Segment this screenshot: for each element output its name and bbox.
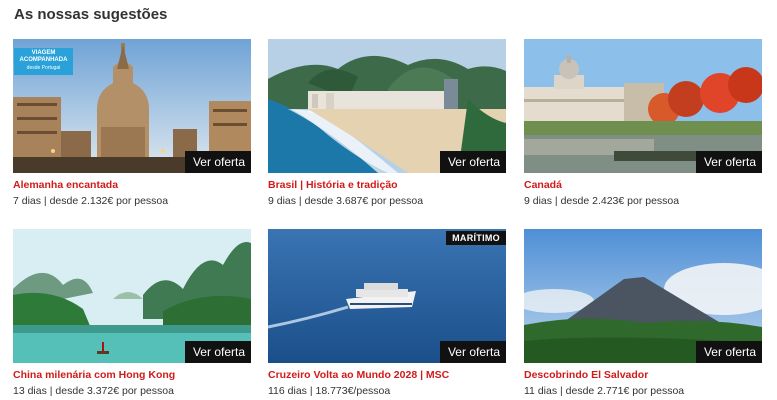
destination-image-rio[interactable]: Ver oferta: [268, 39, 506, 173]
card-info: 13 dias | desde 3.372€ por pessoa: [13, 385, 174, 397]
maritime-tag: MARÍTIMO: [446, 231, 506, 245]
badge-subline: desde Portugal: [26, 65, 61, 71]
destination-image-el-salvador[interactable]: Ver oferta: [524, 229, 762, 363]
card-title[interactable]: Alemanha encantada: [13, 179, 251, 191]
view-offer-button[interactable]: Ver oferta: [439, 341, 506, 363]
view-offer-button[interactable]: Ver oferta: [184, 341, 251, 363]
card-title[interactable]: China milenária com Hong Kong: [13, 369, 251, 381]
card-title[interactable]: Canadá: [524, 179, 762, 191]
destination-image-canada[interactable]: Ver oferta: [524, 39, 762, 173]
badge-line: VIAGEM: [31, 50, 56, 56]
view-offer-button[interactable]: Ver oferta: [439, 151, 506, 173]
destination-image-china[interactable]: Ver oferta: [13, 229, 251, 363]
card-info: 9 dias | desde 3.687€ por pessoa: [268, 195, 424, 207]
suggestion-card-el-salvador[interactable]: Ver oferta Descobrindo El Salvador 11 di…: [524, 229, 762, 397]
suggestion-card-canada[interactable]: Ver oferta Canadá 9 dias | desde 2.423€ …: [524, 39, 762, 207]
card-title[interactable]: Brasil | História e tradição: [268, 179, 506, 191]
card-info: 7 dias | desde 2.132€ por pessoa: [13, 195, 169, 207]
card-info: 116 dias | 18.773€/pessoa: [268, 385, 391, 397]
suggestions-grid: VIAGEM ACOMPANHADA desde Portugal Ver of…: [0, 0, 777, 400]
suggestion-card-cruzeiro[interactable]: MARÍTIMO Ver oferta Cruzeiro Volta ao Mu…: [268, 229, 506, 397]
destination-image-dresden[interactable]: VIAGEM ACOMPANHADA desde Portugal Ver of…: [13, 39, 251, 173]
view-offer-button[interactable]: Ver oferta: [695, 341, 762, 363]
card-title[interactable]: Descobrindo El Salvador: [524, 369, 762, 381]
suggestion-card-alemanha[interactable]: VIAGEM ACOMPANHADA desde Portugal Ver of…: [13, 39, 251, 207]
badge-line: ACOMPANHADA: [19, 57, 68, 63]
card-info: 11 dias | desde 2.771€ por pessoa: [524, 385, 685, 397]
suggestion-card-brasil[interactable]: Ver oferta Brasil | História e tradição …: [268, 39, 506, 207]
view-offer-button[interactable]: Ver oferta: [184, 151, 251, 173]
destination-image-cruise[interactable]: MARÍTIMO Ver oferta: [268, 229, 506, 363]
card-info: 9 dias | desde 2.423€ por pessoa: [524, 195, 680, 207]
card-title[interactable]: Cruzeiro Volta ao Mundo 2028 | MSC: [268, 369, 506, 381]
suggestion-card-china[interactable]: Ver oferta China milenária com Hong Kong…: [13, 229, 251, 397]
guided-trip-badge: VIAGEM ACOMPANHADA desde Portugal: [14, 48, 73, 75]
view-offer-button[interactable]: Ver oferta: [695, 151, 762, 173]
